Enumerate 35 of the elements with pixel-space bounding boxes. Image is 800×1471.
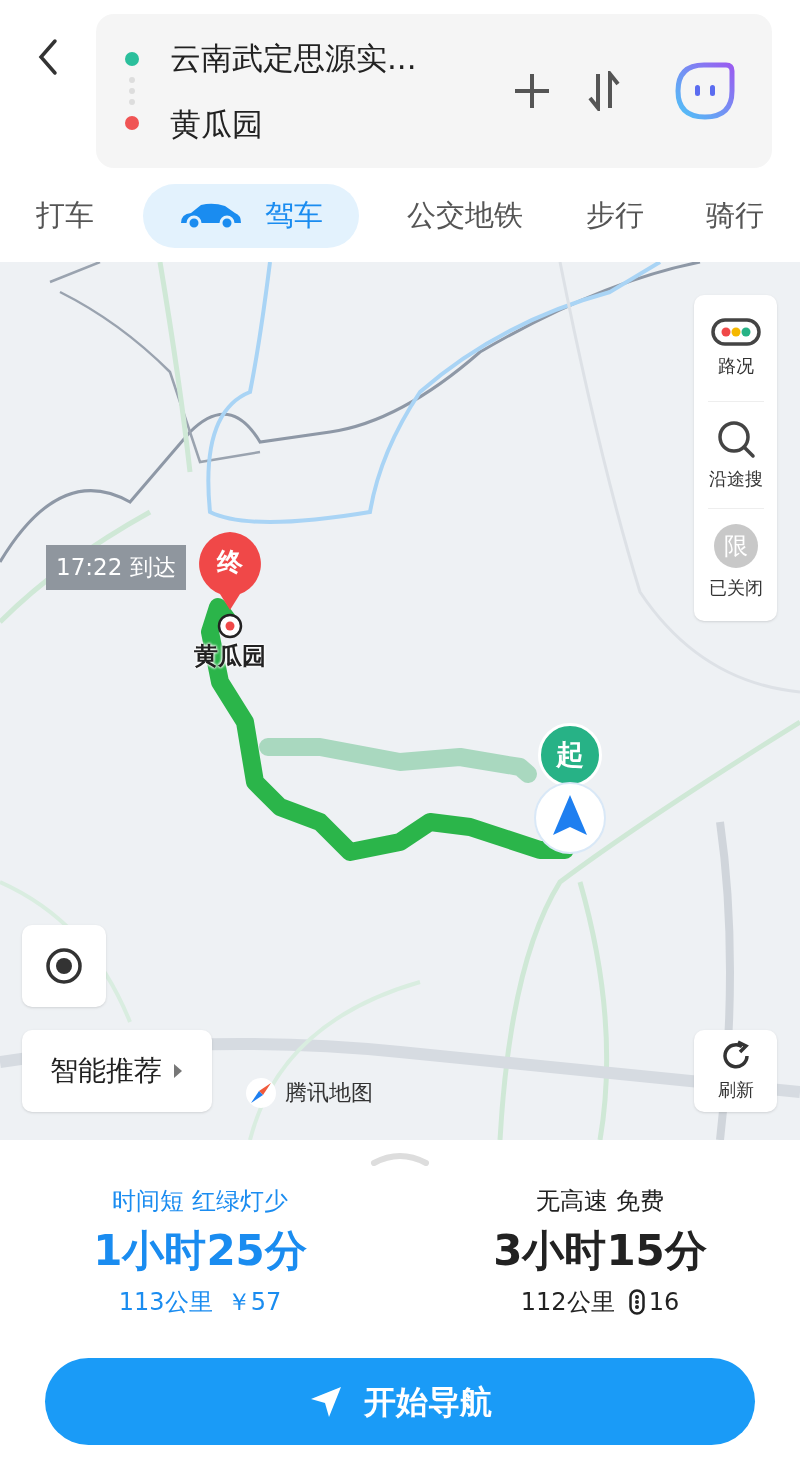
- locate-button[interactable]: [22, 925, 106, 1007]
- route-duration: 1小时25分: [93, 1225, 307, 1277]
- destination-pin-icon: [196, 530, 264, 640]
- drag-handle-icon[interactable]: [370, 1152, 430, 1166]
- map-tool-button[interactable]: 路况: [694, 295, 777, 401]
- swap-icon[interactable]: [586, 71, 622, 111]
- destination-field[interactable]: 黄瓜园: [170, 104, 512, 144]
- mode-tab[interactable]: 公交地铁: [393, 184, 537, 248]
- destination-marker-label: 终: [215, 546, 244, 579]
- map-attribution: 腾讯地图: [285, 1079, 373, 1107]
- mode-tab[interactable]: 打车: [22, 184, 108, 248]
- mode-tab[interactable]: 骑行: [692, 184, 778, 248]
- assistant-icon[interactable]: [674, 61, 736, 121]
- route-option[interactable]: 无高速 免费 3小时15分 112公里 16: [400, 1186, 800, 1320]
- route-tags: 时间短 红绿灯少: [112, 1186, 288, 1216]
- caret-icon: [172, 1062, 184, 1080]
- mode-tab[interactable]: 步行: [571, 184, 658, 248]
- compass-icon: [245, 1076, 277, 1109]
- refresh-button[interactable]: 刷新: [694, 1030, 777, 1112]
- traffic-light-icon: [710, 317, 761, 346]
- route-distance: 113公里: [118, 1287, 213, 1318]
- origin-field[interactable]: 云南武定思源实...: [170, 38, 512, 78]
- traffic-light-icon: [628, 1289, 645, 1315]
- locate-icon: [44, 946, 84, 986]
- add-stop-icon[interactable]: [512, 71, 552, 111]
- map-tool-button[interactable]: 沿途搜: [694, 402, 777, 508]
- search-icon: [715, 418, 756, 459]
- route-duration: 3小时15分: [493, 1225, 707, 1277]
- car-icon: [178, 201, 243, 231]
- route-tags: 无高速 免费: [536, 1186, 664, 1216]
- traffic-light-count: 16: [648, 1287, 680, 1318]
- route-distance: 112公里: [520, 1287, 615, 1318]
- route-toll: ￥57: [226, 1287, 282, 1318]
- smart-recommend-button[interactable]: 智能推荐: [22, 1030, 212, 1112]
- arrival-time-label: 17:22 到达: [46, 545, 186, 590]
